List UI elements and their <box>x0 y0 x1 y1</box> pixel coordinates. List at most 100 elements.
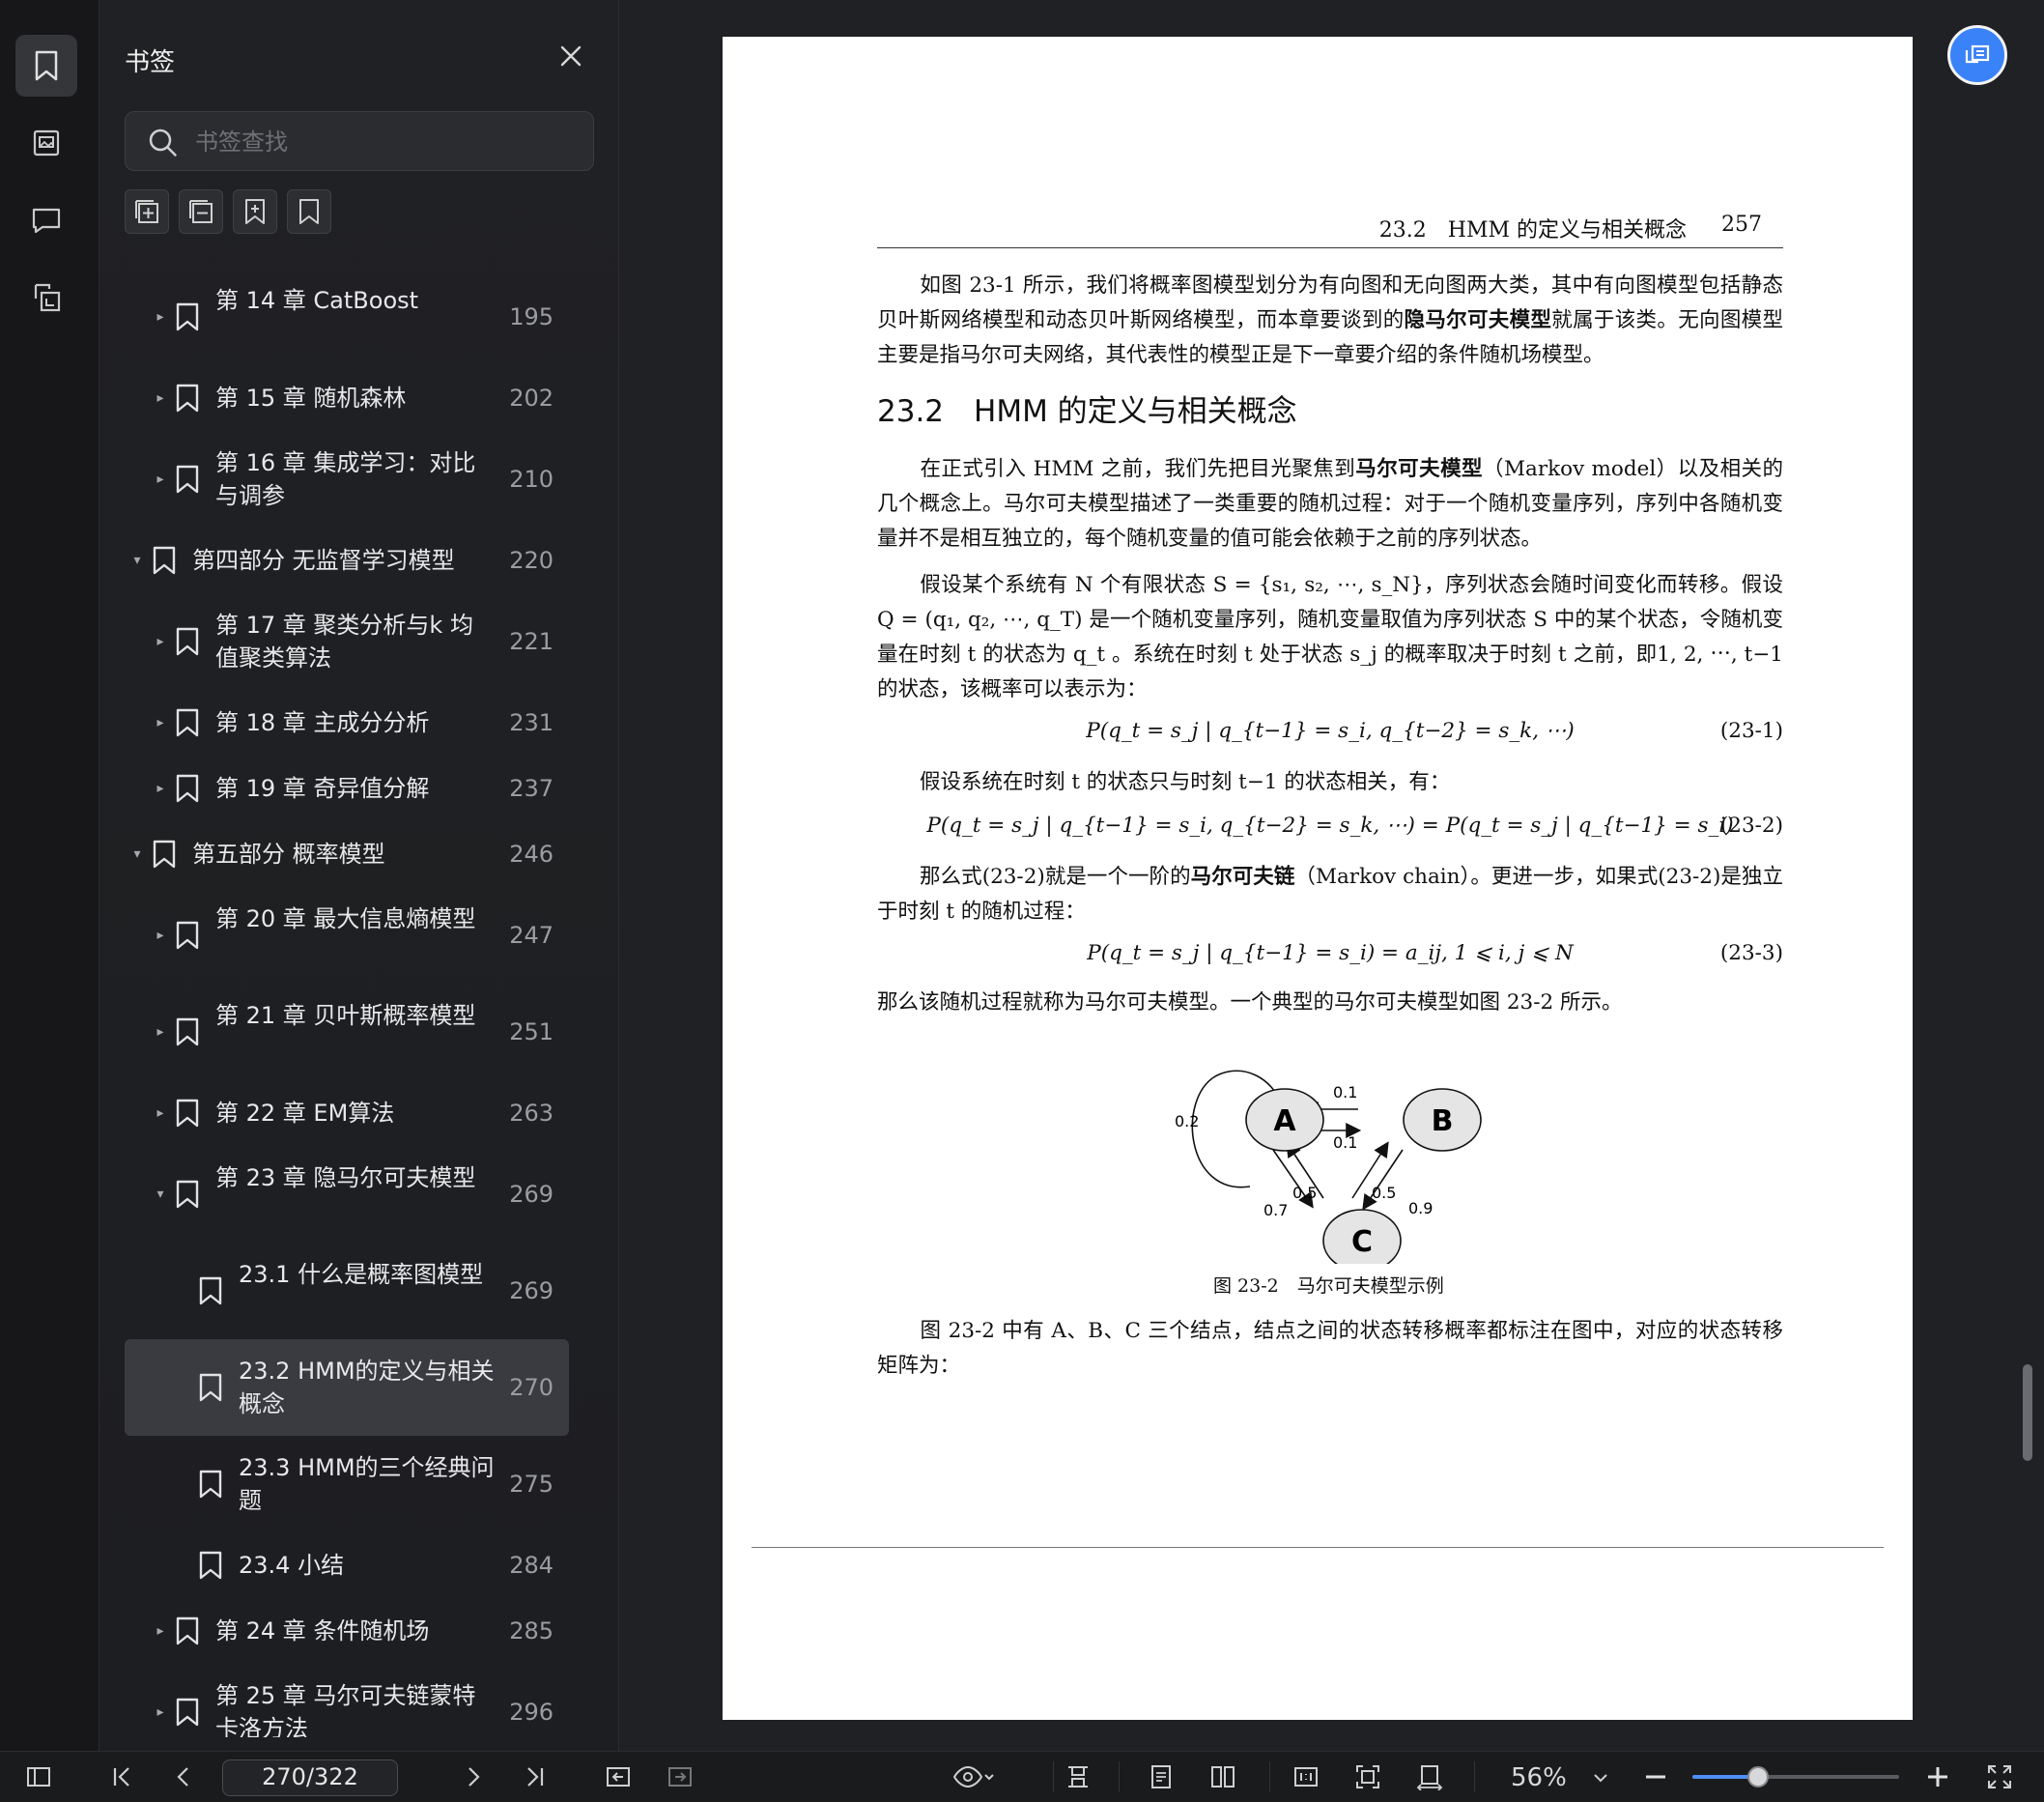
label-c-to-a: 0.5 <box>1292 1184 1317 1202</box>
two-page-icon[interactable] <box>1209 1763 1236 1790</box>
bookmark-item[interactable]: ▾ 第四部分 无监督学习模型 220 <box>125 528 569 593</box>
bookmark-icon <box>176 774 199 803</box>
bookmark-item[interactable]: ▸ 第 21 章 贝叶斯概率模型 251 <box>125 984 569 1080</box>
bookmark-icon <box>176 708 199 737</box>
bookmark-panel-button[interactable] <box>15 35 77 97</box>
bookmark-page-number: 220 <box>509 547 554 574</box>
bottom-toolbar: 270/322 56% <box>0 1751 2044 1802</box>
node-b-label: B <box>1432 1104 1454 1138</box>
bookmark-item[interactable]: ▸ 第 20 章 最大信息熵模型 247 <box>125 887 569 984</box>
first-page-icon[interactable] <box>108 1763 135 1790</box>
expanded-arrow-icon[interactable]: ▾ <box>128 845 146 863</box>
collapsed-arrow-icon[interactable]: ▸ <box>152 1104 169 1122</box>
chevron-down-icon[interactable] <box>1590 1763 1611 1790</box>
actual-size-icon[interactable] <box>1292 1763 1320 1790</box>
bookmark-item[interactable]: ▸ 第 24 章 条件随机场 285 <box>125 1598 569 1664</box>
view-mode-eye-icon[interactable] <box>952 1763 995 1790</box>
collapsed-arrow-icon[interactable]: ▸ <box>152 389 169 407</box>
floating-convert-button[interactable] <box>1947 25 2007 85</box>
bookmark-item[interactable]: 23.4 小结 284 <box>125 1532 569 1598</box>
bookmark-label: 23.1 什么是概率图模型 <box>239 1261 484 1288</box>
expand-all-button[interactable] <box>125 189 169 234</box>
bookmark-label: 第 19 章 奇异值分解 <box>215 775 430 802</box>
running-header: 23.2 HMM 的定义与相关概念 257 <box>877 207 1783 248</box>
bookmark-item[interactable]: 23.2 HMM的定义与相关概念 270 <box>125 1339 569 1436</box>
collapsed-arrow-icon[interactable]: ▸ <box>152 633 169 650</box>
label-c-to-b: 0.9 <box>1408 1199 1433 1217</box>
zoom-slider[interactable] <box>1692 1766 1899 1788</box>
bookmark-label: 第五部分 概率模型 <box>192 841 385 868</box>
last-page-icon[interactable] <box>522 1763 549 1790</box>
zoom-in-icon[interactable] <box>1924 1763 1951 1790</box>
bookmark-item[interactable]: ▸ 第 16 章 集成学习：对比与调参 210 <box>125 431 569 528</box>
document-scrollbar[interactable] <box>2023 1364 2032 1461</box>
bookmark-label: 23.2 HMM的定义与相关概念 <box>239 1358 495 1417</box>
previous-page-icon[interactable] <box>170 1763 197 1790</box>
bookmark-item[interactable]: 23.3 HMM的三个经典问题 275 <box>125 1436 569 1532</box>
toolbar-separator <box>1269 1761 1270 1792</box>
sidebar-toggle-icon[interactable] <box>25 1763 52 1790</box>
bookmark-button[interactable] <box>287 189 331 234</box>
markov-model-figure: A B C 0.2 0.1 0.1 0.7 0.5 0.5 0.9 <box>1175 1070 1482 1264</box>
running-title: 23.2 HMM 的定义与相关概念 <box>1378 218 1687 243</box>
bookmark-icon <box>176 465 199 494</box>
bookmark-page-number: 195 <box>509 303 554 330</box>
collapsed-arrow-icon[interactable]: ▸ <box>152 714 169 731</box>
page-indicator-input[interactable]: 270/322 <box>222 1759 398 1796</box>
bookmark-page-number: 285 <box>509 1617 554 1645</box>
comment-icon <box>32 208 61 234</box>
bookmark-item[interactable]: ▾ 第 23 章 隐马尔可夫模型 269 <box>125 1146 569 1243</box>
equation-23-1: P(q_t = s_j | q_{t−1} = s_i, q_{t−2} = s… <box>1086 719 1783 743</box>
expanded-arrow-icon[interactable]: ▾ <box>128 552 146 569</box>
bookmark-page-number: 246 <box>509 841 554 868</box>
bookmark-item[interactable]: ▸ 第 17 章 聚类分析与k 均值聚类算法 221 <box>125 593 569 690</box>
bookmark-item[interactable]: 23.1 什么是概率图模型 269 <box>125 1243 569 1339</box>
toolbar-separator <box>1119 1761 1120 1792</box>
bookmark-item[interactable]: ▸ 第 15 章 随机森林 202 <box>125 365 569 431</box>
bookmark-item[interactable]: ▸ 第 22 章 EM算法 263 <box>125 1080 569 1146</box>
collapsed-arrow-icon[interactable]: ▸ <box>152 308 169 326</box>
collapsed-arrow-icon[interactable]: ▸ <box>152 927 169 944</box>
bookmark-item[interactable]: ▸ 第 25 章 马尔可夫链蒙特卡洛方法 296 <box>125 1664 569 1737</box>
collapsed-arrow-icon[interactable]: ▸ <box>152 780 169 797</box>
collapsed-arrow-icon[interactable]: ▸ <box>152 1023 169 1041</box>
zoom-out-icon[interactable] <box>1642 1763 1669 1790</box>
paragraph-5: 那么式(23-2)就是一个一阶的马尔可夫链（Markov chain）。更进一步… <box>877 865 1783 924</box>
figure-caption: 图 23-2 马尔可夫模型示例 <box>1213 1275 1444 1297</box>
continuous-scroll-icon[interactable] <box>1065 1763 1092 1790</box>
zoom-level[interactable]: 56% <box>1511 1763 1567 1792</box>
bookmark-item[interactable]: ▸ 第 19 章 奇异值分解 237 <box>125 756 569 821</box>
collapse-all-button[interactable] <box>179 189 223 234</box>
annotation-panel-button[interactable] <box>15 189 77 251</box>
bookmark-page-number: 270 <box>509 1374 554 1401</box>
collapsed-arrow-icon[interactable]: ▸ <box>152 1703 169 1721</box>
fit-width-icon[interactable] <box>1416 1763 1443 1790</box>
expanded-arrow-icon[interactable]: ▾ <box>152 1186 169 1203</box>
bookmark-item[interactable]: ▸ 第 14 章 CatBoost 195 <box>125 269 569 365</box>
bookmark-item[interactable]: ▸ 第 18 章 主成分分析 231 <box>125 690 569 756</box>
paragraph-3: 假设某个系统有 N 个有限状态 S = {s₁, s₂, ⋯, s_N}，序列状… <box>877 573 1783 701</box>
back-icon[interactable] <box>605 1763 632 1790</box>
outline-panel-button[interactable] <box>15 267 77 329</box>
add-bookmark-button[interactable] <box>233 189 277 234</box>
zoom-slider-handle[interactable] <box>1747 1766 1770 1788</box>
fit-page-icon[interactable] <box>1354 1763 1381 1790</box>
next-page-icon[interactable] <box>460 1763 487 1790</box>
collapsed-arrow-icon[interactable]: ▸ <box>152 1622 169 1640</box>
label-a-to-b: 0.1 <box>1333 1133 1357 1152</box>
fullscreen-icon[interactable] <box>1986 1763 2013 1790</box>
bookmark-label: 第 18 章 主成分分析 <box>215 709 430 736</box>
single-page-icon[interactable] <box>1148 1763 1175 1790</box>
close-icon[interactable] <box>555 41 586 72</box>
search-input[interactable] <box>193 124 564 160</box>
page-number: 257 <box>1721 213 1762 237</box>
bookmark-item[interactable]: ▾ 第五部分 概率模型 246 <box>125 821 569 887</box>
document-icon <box>34 283 61 312</box>
bookmark-search <box>125 111 594 171</box>
bookmark-label: 第四部分 无监督学习模型 <box>192 547 455 574</box>
bookmark-icon <box>153 840 176 869</box>
thumbnail-panel-button[interactable] <box>15 112 77 174</box>
forward-icon[interactable] <box>667 1763 694 1790</box>
collapsed-arrow-icon[interactable]: ▸ <box>152 471 169 488</box>
label-a-to-c: 0.7 <box>1263 1201 1288 1219</box>
